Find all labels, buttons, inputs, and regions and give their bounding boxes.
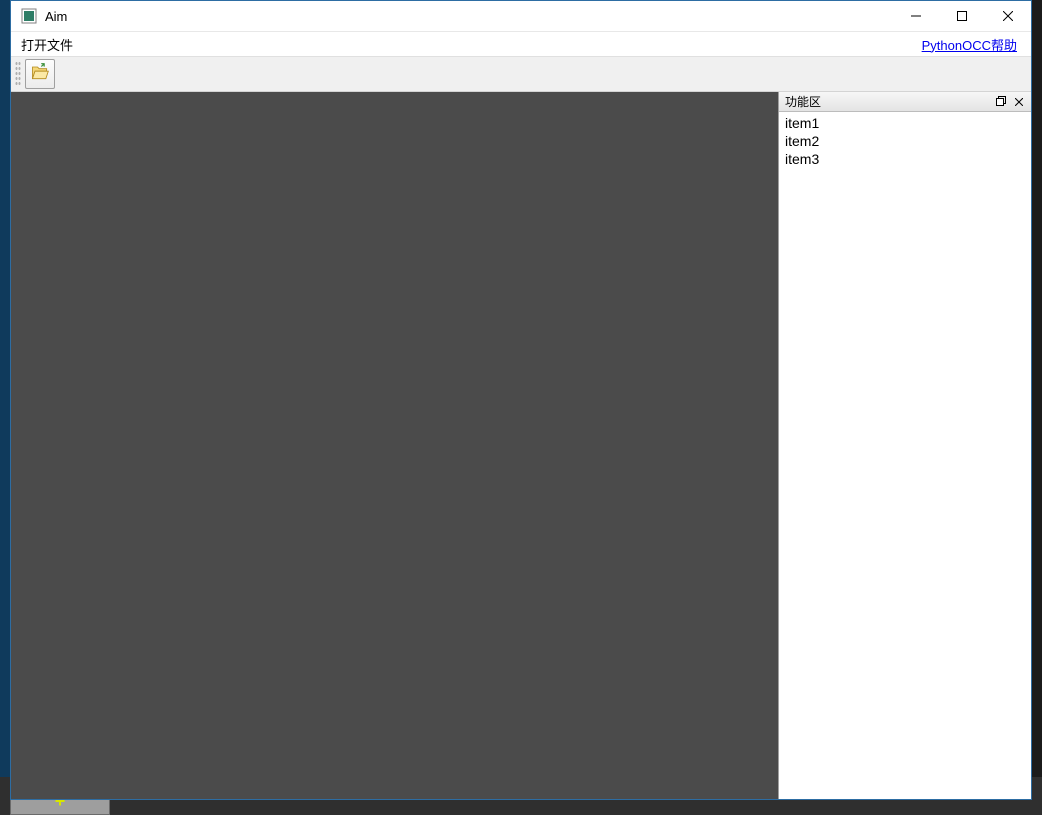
list-item[interactable]: item3: [779, 150, 1031, 168]
toolbar: [11, 56, 1031, 92]
desktop-background: + Aim 打开文件 Pytho: [0, 0, 1042, 815]
window-title: Aim: [45, 9, 67, 24]
list-item[interactable]: item1: [779, 114, 1031, 132]
menubar: 打开文件 PythonOCC帮助: [11, 32, 1031, 56]
dock-panel: 功能区: [778, 92, 1031, 799]
float-icon: [996, 95, 1006, 109]
app-window: Aim 打开文件 PythonOCC帮助: [10, 0, 1032, 800]
dock-float-button[interactable]: [993, 94, 1009, 110]
dock-header[interactable]: 功能区: [779, 92, 1031, 112]
dock-title: 功能区: [785, 93, 821, 110]
close-button[interactable]: [985, 1, 1031, 32]
titlebar[interactable]: Aim: [11, 1, 1031, 32]
list-item[interactable]: item2: [779, 132, 1031, 150]
menu-open-file[interactable]: 打开文件: [17, 33, 77, 56]
close-icon: [1015, 95, 1023, 109]
folder-open-icon: [30, 62, 50, 87]
app-icon: [21, 8, 37, 24]
maximize-button[interactable]: [939, 1, 985, 32]
help-link[interactable]: PythonOCC帮助: [922, 35, 1025, 54]
main-area: 功能区: [11, 92, 1031, 799]
viewport-canvas[interactable]: [11, 92, 778, 799]
open-file-button[interactable]: [25, 59, 55, 89]
minimize-button[interactable]: [893, 1, 939, 32]
desktop-left-strip: [0, 0, 10, 815]
dock-close-button[interactable]: [1011, 94, 1027, 110]
toolbar-grip[interactable]: [15, 61, 21, 87]
dock-list[interactable]: item1 item2 item3: [779, 112, 1031, 799]
